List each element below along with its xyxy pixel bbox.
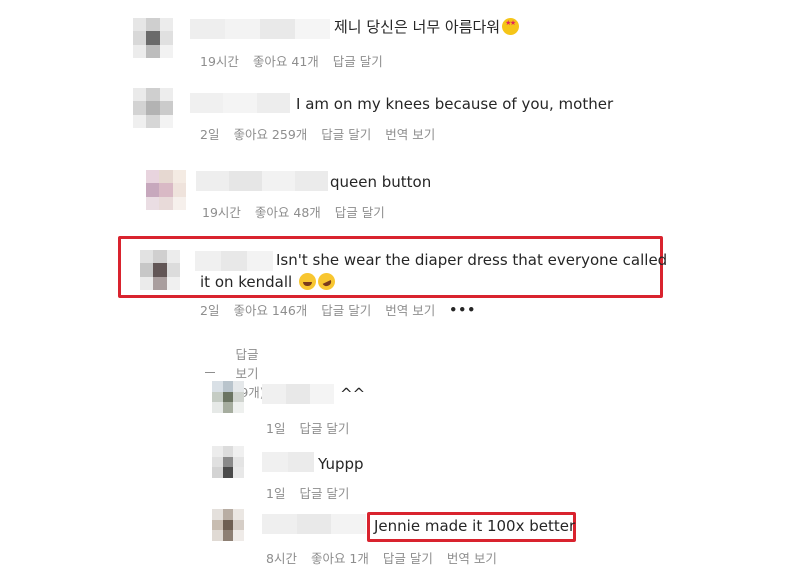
reply-button[interactable]: 답글 달기 — [333, 51, 383, 70]
timestamp: 1일 — [266, 486, 286, 501]
avatar[interactable] — [133, 88, 173, 128]
divider-line — [205, 372, 216, 373]
reply-button[interactable]: 답글 달기 — [335, 202, 385, 221]
timestamp: 2일 — [200, 303, 220, 318]
translate-button[interactable]: 번역 보기 — [385, 124, 435, 143]
reply-meta: 1일 답글 달기 — [266, 483, 349, 502]
comment-meta: 2일 좋아요 259개 답글 달기 번역 보기 — [200, 124, 435, 143]
reply-button[interactable]: 답글 달기 — [299, 418, 349, 437]
avatar[interactable] — [146, 170, 186, 210]
avatar[interactable] — [212, 509, 244, 541]
username-blurred[interactable] — [196, 171, 328, 191]
reply-text: Jennie made it 100x better — [374, 517, 576, 535]
reply-text: ^^ — [340, 385, 366, 403]
rolling-laughing-emoji — [315, 270, 338, 293]
comment-text-line1: Isn't she wear the diaper dress that eve… — [276, 251, 668, 269]
comment-text: I am on my knees because of you, mother — [296, 95, 614, 113]
comment-text-line2: it on kendall — [200, 270, 338, 294]
timestamp: 8시간 — [266, 551, 297, 566]
username-blurred[interactable] — [195, 251, 273, 271]
username-blurred[interactable] — [190, 93, 290, 113]
comment-meta: 19시간 좋아요 41개 답글 달기 — [200, 51, 383, 70]
reply-button[interactable]: 답글 달기 — [321, 124, 371, 143]
likes-count[interactable]: 좋아요 259개 — [233, 124, 307, 143]
reply-button[interactable]: 답글 달기 — [321, 300, 371, 319]
reply-meta: 1일 답글 달기 — [266, 418, 349, 437]
likes-count[interactable]: 좋아요 48개 — [255, 202, 321, 221]
username-blurred[interactable] — [190, 19, 330, 39]
translate-button[interactable]: 번역 보기 — [385, 300, 435, 319]
star-struck-emoji — [502, 18, 520, 35]
comment-text: 제니 당신은 너무 아름다워 — [334, 15, 520, 39]
likes-count[interactable]: 좋아요 41개 — [253, 51, 319, 70]
laughing-emoji — [299, 273, 316, 290]
more-options-icon[interactable]: ••• — [449, 302, 476, 317]
reply-button[interactable]: 답글 달기 — [299, 483, 349, 502]
username-blurred[interactable] — [262, 452, 314, 472]
comment-meta: 19시간 좋아요 48개 답글 달기 — [202, 202, 385, 221]
username-blurred[interactable] — [262, 514, 367, 534]
reply-text: Yuppp — [318, 455, 364, 473]
timestamp: 2일 — [200, 127, 220, 142]
timestamp: 19시간 — [202, 205, 241, 220]
reply-button[interactable]: 답글 달기 — [383, 548, 433, 567]
comment-text: queen button — [330, 173, 432, 191]
avatar[interactable] — [140, 250, 180, 290]
likes-count[interactable]: 좋아요 1개 — [311, 548, 369, 567]
avatar[interactable] — [133, 18, 173, 58]
username-blurred[interactable] — [262, 384, 334, 404]
avatar[interactable] — [212, 381, 244, 413]
avatar[interactable] — [212, 446, 244, 478]
reply-meta: 8시간 좋아요 1개 답글 달기 번역 보기 — [266, 548, 497, 567]
comment-meta: 2일 좋아요 146개 답글 달기 번역 보기 ••• — [200, 300, 476, 319]
timestamp: 1일 — [266, 421, 286, 436]
timestamp: 19시간 — [200, 54, 239, 69]
likes-count[interactable]: 좋아요 146개 — [233, 300, 307, 319]
translate-button[interactable]: 번역 보기 — [447, 548, 497, 567]
